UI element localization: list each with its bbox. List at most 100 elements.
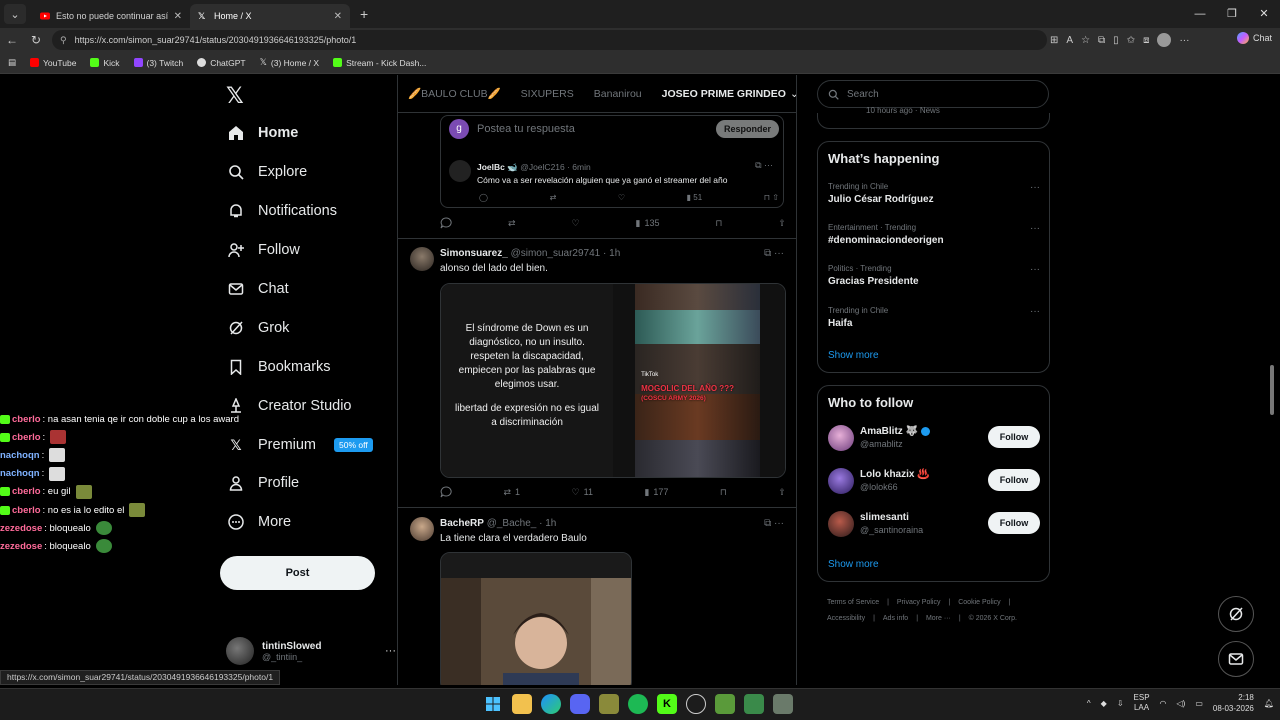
close-window-icon[interactable]: ✕	[1248, 0, 1280, 28]
windows-start-icon[interactable]	[483, 694, 503, 714]
nav-follow[interactable]: Follow	[228, 242, 300, 258]
maximize-icon[interactable]: ❐	[1216, 0, 1248, 28]
new-tab-icon[interactable]: +	[360, 6, 368, 22]
favorite-star-icon[interactable]: ☆	[1081, 35, 1090, 46]
bookmark-chatgpt[interactable]: ChatGPT	[197, 58, 246, 68]
more-dots-icon[interactable]: ···	[1030, 223, 1040, 234]
spotify-icon[interactable]	[628, 694, 648, 714]
bookmark-kick[interactable]: Kick	[90, 58, 120, 68]
battery-icon[interactable]: ▭	[1195, 699, 1203, 708]
like-icon[interactable]: ♡	[571, 218, 579, 229]
tab-list-dropdown[interactable]: ⌄	[4, 4, 26, 24]
file-explorer-icon[interactable]	[512, 694, 532, 714]
author-name[interactable]: BacheRP	[440, 518, 484, 529]
split-screen-icon[interactable]: ▯	[1113, 35, 1119, 46]
tab-bananirou[interactable]: Bananirou	[594, 88, 642, 100]
site-info-icon[interactable]: ⚲	[60, 35, 67, 46]
refresh-icon[interactable]: ↻	[24, 33, 48, 47]
retweet-icon[interactable]: ⇄	[508, 218, 516, 229]
url-field[interactable]: ⚲ https://x.com/simon_suar29741/status/2…	[52, 30, 1047, 50]
views-icon[interactable]: ▮ 177	[644, 487, 668, 498]
follow-suggestion[interactable]: slimesanti @_santinoraina Follow	[828, 508, 1040, 542]
reply-icon[interactable]	[440, 217, 452, 229]
nav-chat[interactable]: Chat	[228, 281, 289, 297]
bookmark-youtube[interactable]: YouTube	[30, 58, 76, 68]
bookmark-x[interactable]: 𝕏 (3) Home / X	[260, 57, 319, 68]
nav-explore[interactable]: Explore	[228, 164, 307, 180]
tab-baulo-club[interactable]: 🥖BAULO CLUB🥖	[408, 87, 501, 100]
trend-item[interactable]: Politics · Trending Gracias Presidente ·…	[828, 264, 1040, 287]
bookmark-icon[interactable]: ⊓ ⇧	[764, 193, 779, 202]
messages-float-button[interactable]	[1218, 641, 1254, 677]
more-dots-icon[interactable]: ⧉ ···	[764, 248, 784, 259]
minecraft-icon[interactable]	[715, 694, 735, 714]
bookmark-icon[interactable]: ⊓	[715, 218, 722, 229]
follow-suggestion[interactable]: Lolo khazix ♨️ @lolok66 Follow	[828, 465, 1040, 499]
reply-input[interactable]: Postea tu respuesta	[477, 123, 708, 135]
read-aloud-icon[interactable]: A	[1066, 35, 1073, 46]
bookmark-icon[interactable]: ⊓	[720, 487, 727, 498]
more-dots-icon[interactable]: ···	[1030, 264, 1040, 275]
retweet-icon[interactable]: ⇄ 1	[503, 487, 520, 498]
search-input[interactable]: Search	[817, 80, 1049, 108]
footer-link[interactable]: More ···	[926, 615, 951, 622]
tweet-media[interactable]	[440, 552, 632, 685]
nav-bookmarks[interactable]: Bookmarks	[228, 359, 331, 375]
post-button[interactable]: Post	[220, 556, 375, 590]
cube-app-icon[interactable]	[744, 694, 764, 714]
show-more-link[interactable]: Show more	[828, 559, 879, 570]
more-dots-icon[interactable]: ⧉ ···	[755, 160, 773, 171]
footer-link[interactable]: Cookie Policy	[958, 599, 1000, 606]
profile-avatar-icon[interactable]	[1157, 33, 1172, 47]
footer-link[interactable]: Privacy Policy	[897, 599, 941, 606]
browser-tab-x-home[interactable]: 𝕏 Home / X ✕	[190, 4, 350, 28]
follow-button[interactable]: Follow	[988, 426, 1040, 448]
footer-link[interactable]: Accessibility	[827, 615, 865, 622]
more-dots-icon[interactable]: ···	[1030, 182, 1040, 193]
steam-icon[interactable]	[686, 694, 706, 714]
tweet-media[interactable]: El síndrome de Down es un diagnóstico, n…	[440, 283, 786, 478]
chevron-down-icon[interactable]: ⌄	[790, 88, 796, 100]
x-logo-icon[interactable]: 𝕏	[226, 83, 244, 109]
trend-item[interactable]: Trending in Chile Julio César Rodríguez …	[828, 182, 1040, 205]
trend-item[interactable]: Entertainment · Trending #denominacionde…	[828, 223, 1040, 246]
bookmark-twitch[interactable]: (3) Twitch	[133, 58, 183, 68]
more-dots-icon[interactable]: ···	[385, 645, 396, 657]
like-icon[interactable]: ♡	[618, 193, 625, 202]
grok-float-button[interactable]	[1218, 596, 1254, 632]
stack-app-icon[interactable]	[773, 694, 793, 714]
follow-suggestion[interactable]: AmaBlitz 🐺 @amablitz Follow	[828, 422, 1040, 456]
language-indicator[interactable]: ESP LAA	[1134, 693, 1150, 713]
reply-icon[interactable]	[440, 486, 452, 498]
page-scrollbar[interactable]	[1270, 365, 1274, 415]
more-dots-icon[interactable]: ···	[1030, 306, 1040, 317]
footer-link[interactable]: Ads info	[883, 615, 908, 622]
share-icon[interactable]: ⇧	[778, 487, 786, 498]
close-tab-icon[interactable]: ✕	[174, 11, 182, 22]
extensions-icon[interactable]: ⧉	[1098, 35, 1105, 46]
nav-notifications[interactable]: Notifications	[228, 203, 337, 219]
browser-menu-icon[interactable]: ···	[1179, 35, 1189, 46]
reply-button[interactable]: Responder	[715, 120, 779, 138]
follow-button[interactable]: Follow	[988, 469, 1040, 491]
network-app-icon[interactable]: ◆	[1101, 699, 1107, 708]
app-install-icon[interactable]: ⊞	[1050, 35, 1058, 46]
share-icon[interactable]: ⇧	[778, 218, 786, 229]
nav-home[interactable]: Home	[228, 125, 298, 141]
close-tab-icon[interactable]: ✕	[334, 11, 342, 22]
like-icon[interactable]: ♡ 11	[572, 487, 593, 498]
tab-joseo-prime-grindeo[interactable]: JOSEO PRIME GRINDEO	[662, 88, 786, 100]
browser-tab-youtube[interactable]: Esto no puede continuar así. - You ✕	[32, 4, 190, 28]
show-more-link[interactable]: Show more	[828, 350, 879, 361]
nav-grok[interactable]: Grok	[228, 320, 289, 336]
footer-link[interactable]: Terms of Service	[827, 599, 879, 606]
chevron-up-icon[interactable]: ^	[1087, 699, 1091, 708]
avatar[interactable]	[410, 247, 434, 271]
follow-button[interactable]: Follow	[988, 512, 1040, 534]
collections-icon[interactable]: ⧈	[1143, 35, 1149, 46]
kick-icon[interactable]: K	[657, 694, 677, 714]
clock[interactable]: 2:18 08-03-2026	[1213, 692, 1254, 714]
bookmarks-menu-icon[interactable]: ▤	[8, 57, 16, 68]
copilot-chat-button[interactable]: Chat	[1236, 32, 1272, 44]
notifications-bell-icon[interactable]: 🔔︎	[1264, 699, 1274, 708]
